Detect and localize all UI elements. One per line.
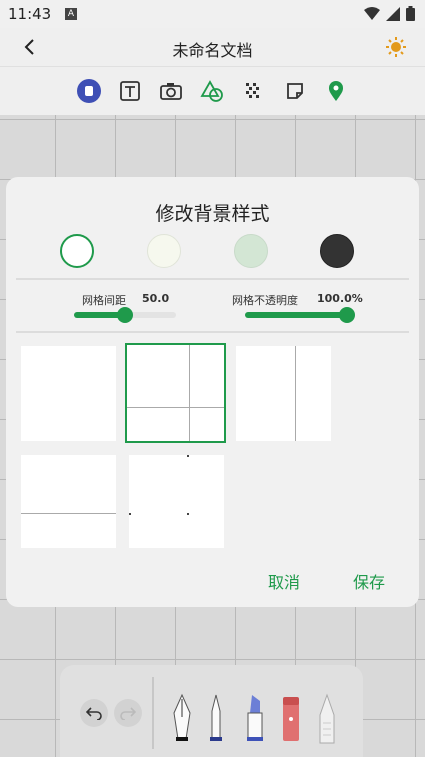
vertical-line: [295, 346, 296, 441]
dialog-title: 修改背景样式: [155, 203, 270, 225]
location-tool-button[interactable]: [324, 79, 348, 103]
grid-dot: [187, 513, 189, 515]
grid-tool-button[interactable]: [242, 79, 266, 103]
bottom-tool-dock: [60, 665, 363, 757]
undo-icon: [86, 707, 102, 720]
dock-divider: [152, 677, 154, 749]
pencil-icon[interactable]: [316, 693, 338, 753]
save-button[interactable]: 保存: [353, 569, 385, 593]
grid-spacing-slider[interactable]: [74, 307, 176, 323]
toolbar: [0, 67, 425, 115]
grid-opacity-fill: [245, 312, 347, 318]
grid-dot: [187, 455, 189, 457]
marker-icon[interactable]: [244, 693, 266, 753]
grid-spacing-thumb[interactable]: [117, 307, 133, 323]
camera-icon: [160, 83, 182, 100]
swatch-light-green[interactable]: [234, 234, 268, 268]
divider-middle: [16, 331, 409, 333]
grid-opacity-slider[interactable]: [245, 307, 355, 323]
grid-spacing-value: 50.0: [142, 292, 170, 305]
theme-toggle-button[interactable]: [385, 36, 407, 58]
swatch-dark[interactable]: [320, 234, 354, 268]
divider-top: [16, 278, 409, 280]
grid-opacity-thumb[interactable]: [339, 307, 355, 323]
wifi-icon: [364, 6, 380, 20]
pattern-dots[interactable]: [129, 455, 224, 548]
app-bar: 未命名文档: [0, 28, 425, 67]
fountain-pen-icon[interactable]: [170, 693, 194, 753]
swatch-ivory[interactable]: [147, 234, 181, 268]
battery-icon: [406, 6, 415, 21]
ballpoint-pen-icon[interactable]: [206, 693, 226, 753]
status-bar: 11:43 A: [0, 0, 425, 28]
sticky-note-icon: [287, 83, 303, 99]
notification-icon: A: [65, 8, 77, 20]
status-icons: [364, 6, 415, 21]
status-time: 11:43: [8, 5, 52, 23]
eraser-icon[interactable]: [280, 693, 302, 753]
text-tool-button[interactable]: [118, 79, 142, 103]
undo-button[interactable]: [80, 699, 108, 727]
grid-spacing-label: 网格间距: [82, 294, 126, 307]
grid-dot: [129, 513, 131, 515]
pattern-vertical-lines[interactable]: [236, 346, 331, 441]
sun-icon: [386, 37, 406, 57]
grid-opacity-label: 网格不透明度: [232, 294, 298, 307]
swatch-white[interactable]: [60, 234, 94, 268]
grid-opacity-value: 100.0%: [317, 292, 363, 305]
pattern-horizontal-lines[interactable]: [21, 455, 116, 548]
sticky-note-tool-button[interactable]: [283, 79, 307, 103]
grid-line-vertical: [189, 345, 190, 441]
hand-tool-button[interactable]: [77, 79, 101, 103]
pattern-blank[interactable]: [21, 346, 116, 441]
location-pin-icon: [329, 81, 343, 101]
shapes-tool-button[interactable]: [200, 79, 224, 103]
page-title: 未命名文档: [172, 41, 253, 60]
text-icon: [120, 81, 140, 101]
hand-icon: [77, 79, 101, 103]
horizontal-line: [21, 513, 116, 514]
signal-icon: [386, 6, 400, 21]
redo-icon: [120, 707, 136, 720]
cancel-button[interactable]: 取消: [268, 569, 300, 593]
background-style-dialog: 修改背景样式 网格间距 50.0 网格不透明度 100.0% 取消 保存: [6, 177, 419, 607]
dots-icon: [246, 83, 259, 98]
camera-tool-button[interactable]: [159, 79, 183, 103]
grid-line-horizontal: [127, 407, 224, 408]
redo-button[interactable]: [114, 699, 142, 727]
shapes-icon: [200, 80, 223, 102]
pattern-grid[interactable]: [125, 343, 226, 443]
